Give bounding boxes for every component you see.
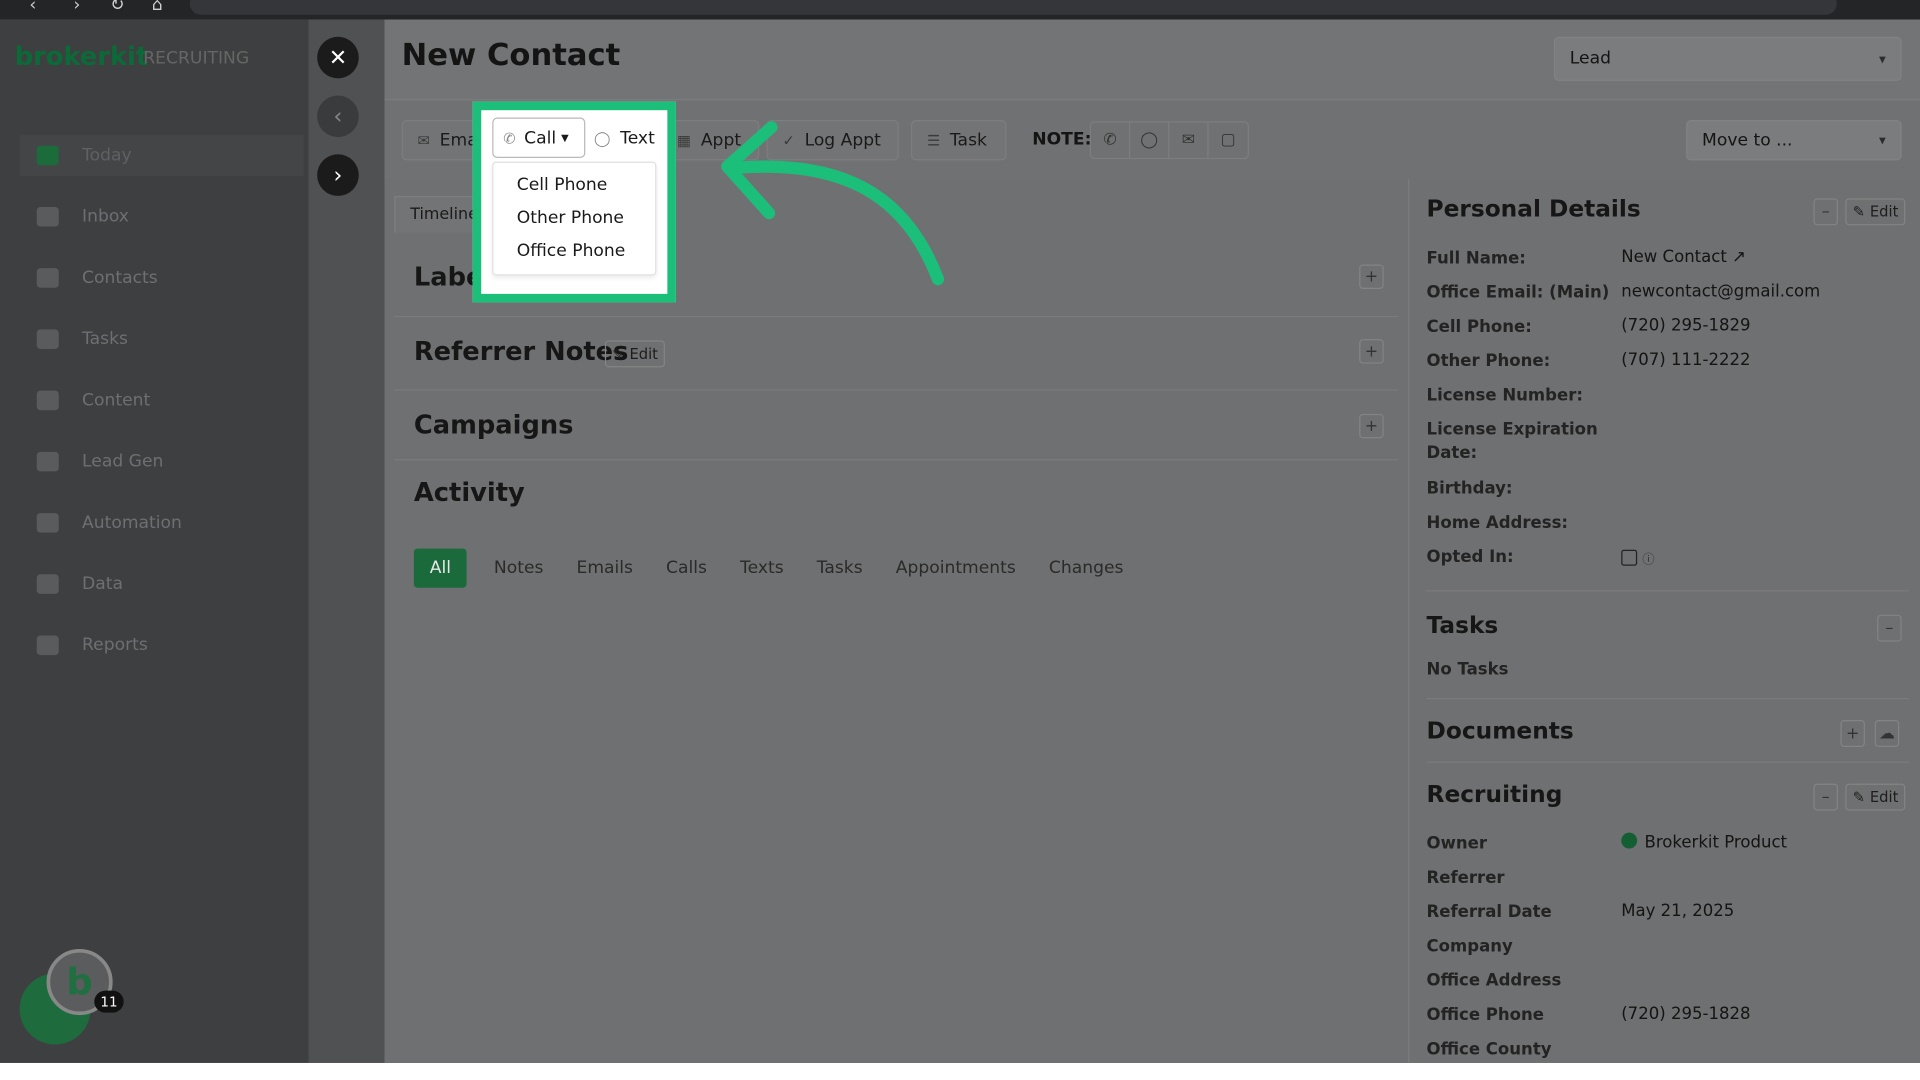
annotation-arrow <box>721 121 945 286</box>
